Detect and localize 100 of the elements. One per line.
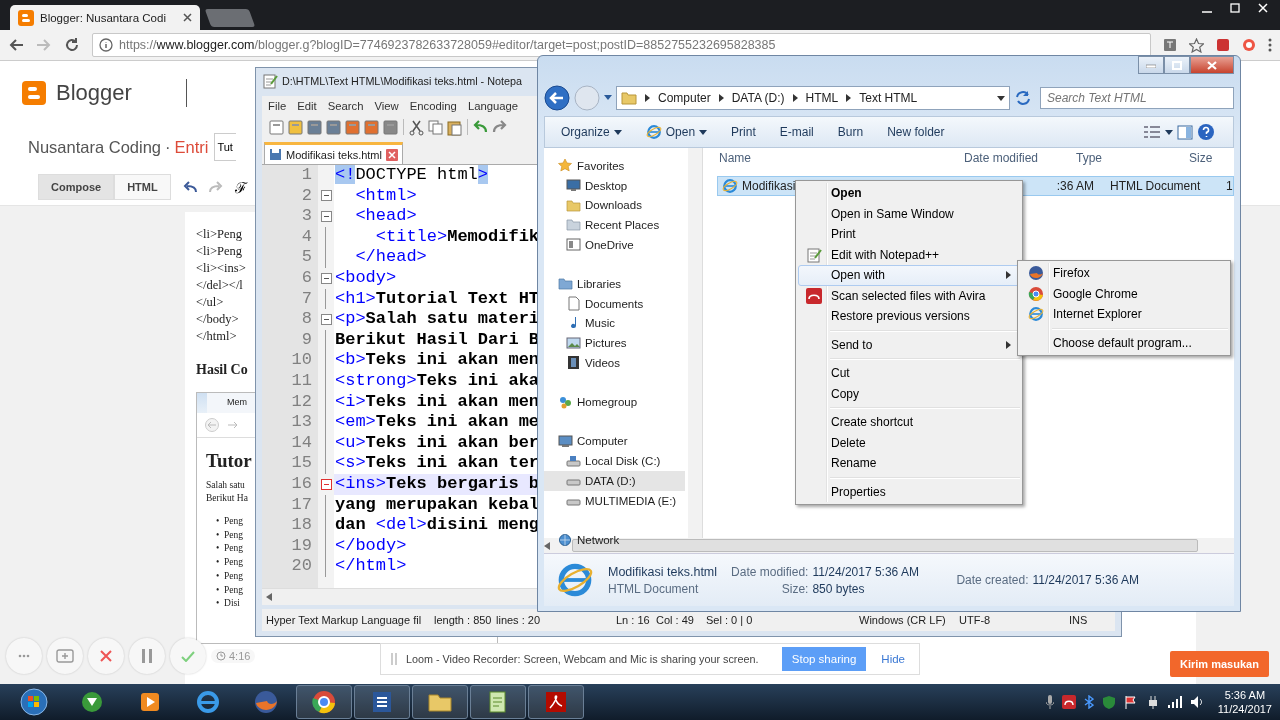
menu-item[interactable]: File [268, 100, 287, 112]
menu-item[interactable]: Send to [798, 334, 1020, 355]
code-line: dan <del>disini meng [334, 515, 540, 536]
menu-item[interactable]: Create shortcut [798, 412, 1020, 433]
code-line: <em>Teks ini akan me [334, 412, 540, 433]
toolbar-button[interactable]: E-mail [769, 120, 824, 144]
detail-value: 850 bytes [812, 581, 866, 596]
nav-item[interactable]: DATA (D:) [544, 471, 685, 491]
menu-item[interactable]: Cut [798, 363, 1020, 384]
breadcrumb[interactable]: HTML [805, 91, 839, 105]
nav-item[interactable]: Pictures [544, 333, 685, 353]
html-line: </body> [196, 311, 239, 328]
code-line: <s>Teks ini akan ter [334, 453, 540, 474]
nav-item[interactable]: Videos [544, 352, 685, 373]
line-number: 20 [290, 556, 313, 577]
menu-item[interactable]: Properties [798, 481, 1020, 502]
status-field: Col : 49 [652, 614, 702, 626]
detail-label: Date modified: [731, 564, 809, 579]
line-number: 18 [290, 515, 313, 536]
menu-item[interactable]: Scan selected files with Avira [798, 285, 1020, 306]
menu-item[interactable]: Open with [798, 265, 1020, 286]
nav-item[interactable]: Favorites [544, 156, 685, 176]
preview-bullet: • Peng [216, 515, 244, 528]
nav-item[interactable]: Libraries [544, 274, 685, 294]
nav-item[interactable]: Homegroup [544, 392, 685, 412]
detail-name: Modifikasi teks.html [608, 564, 718, 579]
toolbar-button[interactable]: Open [635, 120, 718, 144]
menu-item[interactable]: Restore previous versions [798, 306, 1020, 327]
detail-label: Date created: [956, 573, 1029, 587]
preview-bullet: • Disi [216, 597, 240, 611]
menu-item[interactable]: Delete [798, 432, 1020, 453]
menu-item[interactable]: Edit with Notepad++ [798, 244, 1020, 265]
clock-time: 5:36 AM [1223, 688, 1267, 702]
menu-item[interactable]: Search [327, 100, 364, 112]
html-line: </html> [196, 328, 237, 345]
preview-bullet: • Peng [216, 583, 244, 597]
column-header[interactable]: Name [703, 151, 948, 165]
mode-tab[interactable]: HTML [114, 174, 171, 200]
code-line: </body> [334, 535, 407, 557]
code-line: <html> [354, 185, 417, 207]
nav-item[interactable]: Music [544, 313, 685, 334]
nav-item[interactable]: Documents [544, 293, 685, 314]
toolbar-button[interactable]: Print [721, 120, 766, 144]
hide-button[interactable]: Hide [875, 652, 911, 666]
breadcrumb[interactable]: DATA (D:) [731, 91, 785, 105]
nav-item[interactable]: OneDrive [544, 234, 685, 255]
browser-tab[interactable]: Blogger: Nusantara Codi [10, 5, 200, 30]
column-header[interactable]: Size [1173, 151, 1213, 165]
menu-item[interactable]: Internet Explorer [1020, 304, 1228, 325]
menu-item[interactable]: Open [798, 183, 1020, 204]
nav-item[interactable]: Downloads [544, 195, 685, 216]
menu-item[interactable]: Copy [798, 383, 1020, 404]
address-bar[interactable]: https://www.blogger.com/blogger.g?blogID=7746923782633728059#editor/target=post;postID=8852755232695828385 [92, 33, 1151, 57]
menu-item[interactable]: Encoding [409, 100, 457, 112]
detail-label: Size: [781, 581, 809, 596]
code-line: </html> [334, 556, 407, 577]
column-header[interactable]: Date modified [948, 151, 1060, 165]
window-title: D:\HTML\Text HTML\Modifikasi teks.html - Notepa [282, 75, 522, 87]
menu-item[interactable]: Firefox [1020, 263, 1228, 284]
detail-value: 11/24/2017 5:36 AM [812, 564, 920, 579]
breadcrumb[interactable]: Computer [658, 91, 711, 105]
nav-item[interactable]: MULTIMEDIA (E:) [544, 490, 685, 511]
nav-item[interactable]: Computer [544, 431, 685, 452]
line-number: 6 [300, 267, 313, 289]
menu-item[interactable]: Google Chrome [1020, 283, 1228, 304]
menu-item[interactable]: View [374, 100, 399, 112]
code-line: <head> [354, 206, 417, 227]
toolbar-button[interactable]: Burn [827, 120, 874, 144]
line-number: 10 [290, 350, 313, 371]
menu-item[interactable]: Rename [798, 453, 1020, 474]
status-field: lines : 20 [492, 614, 612, 626]
nav-item[interactable]: Local Disk (C:) [544, 451, 685, 471]
search-field[interactable]: Search Text HTML [1040, 87, 1234, 109]
menu-item[interactable]: Print [798, 224, 1020, 245]
mode-tab[interactable]: Compose [38, 174, 115, 200]
line-number: 15 [290, 453, 313, 474]
line-number: 1 [300, 165, 313, 186]
address-bar[interactable]: Computer DATA (D:) HTML Text HTML [616, 86, 1010, 110]
nav-item[interactable]: Recent Places [544, 215, 685, 235]
line-number: 7 [300, 288, 313, 310]
toolbar-button[interactable]: New folder [877, 120, 955, 144]
menu-item[interactable]: Choose default program... [1020, 332, 1228, 353]
font-button[interactable]: ℱ [234, 177, 247, 197]
menu-item[interactable]: Open in Same Window [798, 203, 1020, 224]
code-line: <p>Salah satu materi [334, 309, 540, 330]
status-field: Sel : 0 | 0 [702, 614, 855, 626]
menu-item[interactable]: Edit [297, 100, 317, 112]
file-tab[interactable]: Modifikasi teks.html [264, 142, 403, 164]
code-line: <h1>Tutorial Text HT [334, 288, 540, 310]
post-title-field[interactable]: Tut [214, 133, 237, 161]
column-header[interactable]: Type [1060, 151, 1173, 165]
status-field: Windows (CR LF) [855, 614, 955, 626]
recording-timer: 4:16 [211, 649, 256, 663]
toolbar-button[interactable]: Organize [551, 120, 632, 144]
code-line: <!DOCTYPE html> [334, 165, 489, 186]
menu-item[interactable]: Language [467, 100, 519, 112]
preview-text: Berikut Ha [206, 492, 248, 505]
code-line: <u>Teks ini akan ber [334, 432, 540, 454]
nav-item[interactable]: Desktop [544, 175, 685, 196]
breadcrumb[interactable]: Text HTML [859, 91, 918, 105]
